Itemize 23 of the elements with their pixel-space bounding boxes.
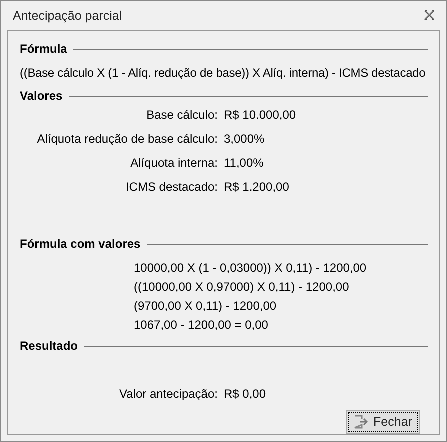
formula-line: 10000,00 X (1 - 0,03000)) X 0,11) - 1200,00: [134, 260, 368, 277]
close-icon[interactable]: [424, 10, 435, 21]
formula-text: ((Base cálculo X (1 - Alíq. redução de base)) X Alíq. interna) - ICMS destacado: [20, 66, 427, 80]
field-label: Alíquota interna:: [130, 156, 218, 170]
field-value: R$ 0,00: [224, 386, 266, 400]
formula-line: 1067,00 - 1200,00 = 0,00: [134, 317, 270, 334]
close-button[interactable]: Fechar: [346, 410, 420, 434]
field-value: 11,00%: [224, 156, 264, 170]
field-value: R$ 1.200,00: [224, 180, 290, 194]
field-value: R$ 10.000,00: [224, 108, 296, 122]
section-heading: Fórmula com valores: [20, 237, 141, 251]
field-label: Base cálculo:: [146, 108, 218, 122]
section-heading: Resultado: [20, 339, 78, 353]
formula-line: (9700,00 X 0,11) - 1200,00: [134, 298, 278, 315]
field-label: Alíquota redução de base cálculo:: [36, 132, 218, 146]
exit-icon: [354, 415, 370, 429]
field-value: 3,000%: [224, 132, 265, 146]
window-title: Antecipação parcial: [13, 8, 122, 22]
field-label: Valor antecipação:: [118, 386, 218, 400]
field-label: ICMS destacado:: [124, 180, 218, 194]
formula-line: ((10000,00 X 0,97000) X 0,11) - 1200,00: [134, 279, 350, 296]
section-heading: Fórmula: [20, 42, 68, 56]
section-heading: Valores: [20, 89, 63, 103]
